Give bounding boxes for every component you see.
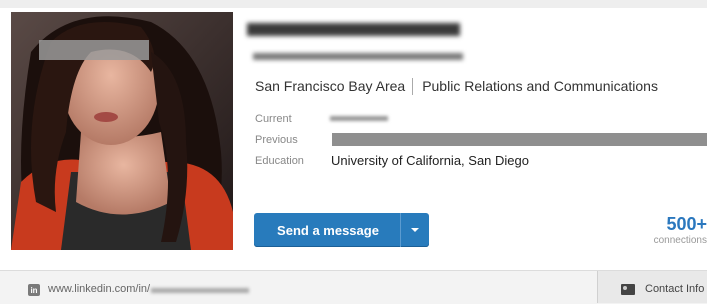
location-text[interactable]: San Francisco Bay Area	[255, 78, 405, 94]
send-message-button-group: Send a message	[254, 213, 429, 247]
connections-label: connections	[653, 235, 707, 246]
contact-info-link[interactable]: Contact Info	[645, 283, 704, 295]
industry-text[interactable]: Public Relations and Communications	[422, 78, 658, 94]
location-industry-row: San Francisco Bay Area Public Relations …	[255, 77, 658, 95]
current-value-redacted	[330, 116, 388, 121]
education-value[interactable]: University of California, San Diego	[331, 153, 529, 168]
caret-down-icon	[411, 228, 419, 232]
education-label: Education	[255, 155, 304, 167]
headline-redacted	[253, 53, 463, 60]
name-redacted	[247, 23, 460, 36]
footer-divider	[597, 271, 598, 303]
linkedin-icon: in	[28, 284, 40, 296]
previous-label: Previous	[255, 134, 298, 146]
connections-count[interactable]: 500+	[666, 214, 707, 235]
current-label: Current	[255, 113, 292, 125]
previous-value-redacted	[332, 133, 707, 146]
profile-url-redacted	[151, 288, 249, 293]
send-message-button[interactable]: Send a message	[254, 213, 400, 247]
send-message-dropdown[interactable]	[401, 213, 429, 247]
profile-photo[interactable]	[11, 12, 233, 250]
contact-card-icon[interactable]	[621, 284, 635, 295]
profile-url-link[interactable]: www.linkedin.com/in/	[48, 283, 150, 295]
separator	[412, 77, 414, 95]
